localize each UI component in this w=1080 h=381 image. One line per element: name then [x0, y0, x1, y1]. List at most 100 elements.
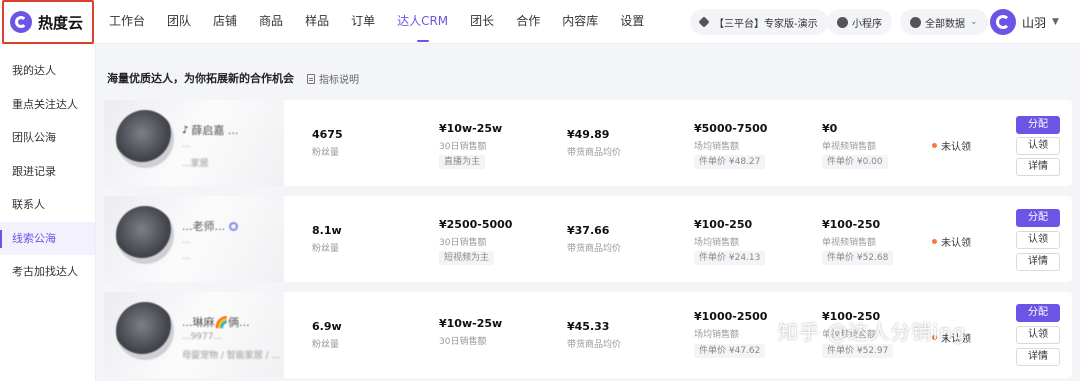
avg-price-stat: ¥37.66 带货商品均价	[567, 224, 621, 254]
detail-button[interactable]: 详情	[1016, 348, 1060, 366]
nav-item-talent-crm[interactable]: 达人CRM	[386, 0, 459, 44]
sales-30d-stat: ¥2500-5000 30日销售额	[439, 218, 512, 248]
field-sales-label: 场均销售额	[694, 330, 740, 340]
field-sales-value: ¥1000-2500	[694, 310, 768, 323]
field-unit-price: 件单价 ¥48.27	[694, 155, 766, 169]
data-scope-dropdown[interactable]: 全部数据 ⌄	[900, 9, 988, 35]
talent-category: ...	[182, 252, 191, 262]
avg-price-stat: ¥49.89 带货商品均价	[567, 128, 621, 158]
nav-item-cooperation[interactable]: 合作	[505, 0, 551, 44]
field-unit-price: 件单价 ¥47.62	[694, 344, 766, 358]
fans-stat: 4675 粉丝量	[312, 128, 343, 158]
sidebar-item-team-pool[interactable]: 团队公海	[0, 121, 95, 155]
avatar	[116, 110, 174, 168]
avg-price-label: 带货商品均价	[567, 244, 622, 254]
sidebar-item-my-talents[interactable]: 我的达人	[0, 54, 95, 88]
talent-category: ...家居	[182, 159, 209, 169]
avg-price-stat: ¥45.33 带货商品均价	[567, 320, 621, 350]
talent-name[interactable]: ...老师...	[182, 218, 238, 234]
video-sales-label: 单视频销售额	[822, 142, 877, 152]
field-sales-label: 场均销售额	[694, 142, 740, 152]
nav-item-orders[interactable]: 订单	[340, 0, 386, 44]
plan-label: 【三平台】专家版-演示	[714, 18, 818, 30]
nav-item-team[interactable]: 团队	[156, 0, 202, 44]
sales-30d-value: ¥2500-5000	[439, 218, 513, 231]
metric-description-label: 指标说明	[319, 75, 359, 86]
talent-name[interactable]: ...琳麻🌈俩...	[182, 314, 250, 330]
talent-name-text: 薛启嘉 ...	[191, 124, 239, 137]
detail-button[interactable]: 详情	[1016, 158, 1060, 176]
video-sales-value: ¥0	[822, 122, 838, 135]
detail-button[interactable]: 详情	[1016, 253, 1060, 271]
talent-id: ...9977...	[182, 332, 223, 342]
sales-30d-label: 30日销售额	[439, 337, 487, 347]
brand-name: 热度云	[38, 13, 84, 32]
field-sales-label: 场均销售额	[694, 238, 740, 248]
sidebar-item-follow-up[interactable]: 跟进记录	[0, 155, 95, 189]
mini-program-label: 小程序	[852, 18, 882, 30]
avg-price-label: 带货商品均价	[567, 148, 622, 158]
nav-item-samples[interactable]: 样品	[294, 0, 340, 44]
claim-button[interactable]: 认领	[1016, 231, 1060, 249]
mini-program-button[interactable]: 小程序	[827, 9, 892, 35]
fans-label: 粉丝量	[312, 244, 340, 254]
field-unit-price: 件单价 ¥24.13	[694, 251, 766, 265]
field-sales-stat: ¥1000-2500 场均销售额	[694, 310, 767, 340]
status-dot	[932, 239, 937, 244]
field-sales-value: ¥5000-7500	[694, 122, 768, 135]
sidebar-item-key-talents[interactable]: 重点关注达人	[0, 88, 95, 122]
talent-card[interactable]: ...老师... ... ... 8.1w 粉丝量 ¥2500-5000 30日…	[104, 196, 1072, 282]
assign-button[interactable]: 分配	[1016, 304, 1060, 322]
claim-button[interactable]: 认领	[1016, 137, 1060, 155]
nav-item-workbench[interactable]: 工作台	[98, 0, 156, 44]
talent-name-text: ...琳麻🌈俩...	[182, 316, 250, 329]
field-sales-value: ¥100-250	[694, 218, 753, 231]
claim-status-label: 未认领	[941, 238, 971, 249]
sales-type-tag: 直播为主	[439, 155, 486, 169]
sales-30d-label: 30日销售额	[439, 238, 487, 248]
main-nav: 工作台 团队 店铺 商品 样品 订单 达人CRM 团长 合作 内容库 设置	[98, 0, 655, 44]
claim-status: 未认领	[932, 138, 971, 153]
metric-description-link[interactable]: 指标说明	[307, 71, 359, 86]
fans-value: 6.9w	[312, 320, 342, 333]
claim-button[interactable]: 认领	[1016, 326, 1060, 344]
plan-switcher[interactable]: 【三平台】专家版-演示	[690, 9, 828, 35]
eye-icon	[910, 16, 921, 28]
sales-30d-value: ¥10w-25w	[439, 122, 503, 135]
talent-id: ...	[182, 140, 191, 150]
video-unit-price: 件单价 ¥52.68	[822, 251, 894, 265]
user-menu[interactable]: 山羽 ▼	[990, 8, 1059, 36]
nav-item-products[interactable]: 商品	[248, 0, 294, 44]
sidebar-item-archaeology[interactable]: 考古加找达人	[0, 255, 95, 289]
talent-name[interactable]: ♪ 薛启嘉 ...	[182, 122, 238, 138]
watermark: 知乎 @达人分销ing	[778, 320, 967, 344]
avg-price-value: ¥37.66	[567, 224, 610, 237]
nav-item-content-library[interactable]: 内容库	[551, 0, 609, 44]
avg-price-label: 带货商品均价	[567, 340, 622, 350]
sidebar-item-lead-pool[interactable]: 线索公海	[0, 221, 95, 255]
data-scope-label: 全部数据	[925, 18, 965, 30]
field-sales-stat: ¥100-250 场均销售额	[694, 218, 752, 248]
talent-category: 母婴宠物 / 智能家居 / ...	[182, 351, 281, 361]
talent-id: ...	[182, 236, 191, 246]
assign-button[interactable]: 分配	[1016, 209, 1060, 227]
document-icon	[307, 73, 315, 84]
video-unit-price: 件单价 ¥52.97	[822, 344, 894, 358]
sales-30d-label: 30日销售额	[439, 142, 487, 152]
sales-30d-value: ¥10w-25w	[439, 317, 503, 330]
sales-type-tag: 短视频为主	[439, 251, 495, 265]
avg-price-value: ¥45.33	[567, 320, 610, 333]
diamond-icon	[698, 16, 710, 28]
sales-30d-stat: ¥10w-25w 30日销售额	[439, 122, 502, 152]
assign-button[interactable]: 分配	[1016, 116, 1060, 134]
avatar	[116, 206, 174, 264]
nav-item-shop[interactable]: 店铺	[202, 0, 248, 44]
nav-item-settings[interactable]: 设置	[609, 0, 655, 44]
brand-logo-icon	[10, 11, 32, 33]
talent-card[interactable]: ♪ 薛启嘉 ... ... ...家居 4675 粉丝量 ¥10w-25w 30…	[104, 100, 1072, 186]
sidebar-item-contacts[interactable]: 联系人	[0, 188, 95, 222]
avg-price-value: ¥49.89	[567, 128, 610, 141]
page-banner: 海量优质达人，为你拓展新的合作机会	[107, 72, 294, 85]
nav-item-group-leader[interactable]: 团长	[459, 0, 505, 44]
brand-logo[interactable]: 热度云	[2, 0, 94, 44]
